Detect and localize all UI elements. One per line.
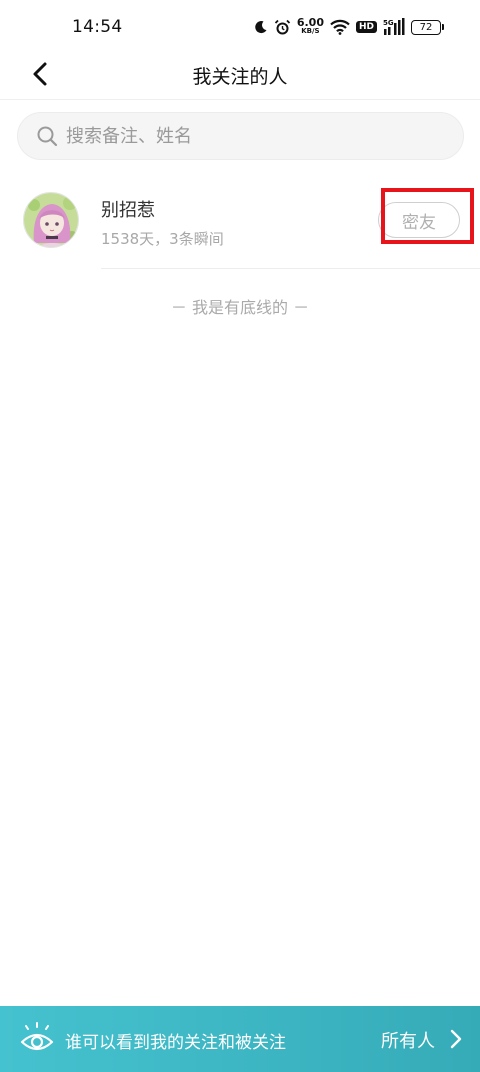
status-icons: 6.00 KB/S HD 5G 72 — [254, 16, 444, 38]
net-speed-unit: KB/S — [301, 27, 320, 35]
battery-icon: 72 — [411, 19, 444, 35]
avatar[interactable] — [23, 192, 79, 248]
alarm-icon — [274, 19, 291, 36]
status-bar: 14:54 6.00 KB/S HD 5G 72 — [0, 0, 480, 54]
page-title: 我关注的人 — [192, 66, 288, 88]
eye-icon — [20, 1022, 54, 1051]
privacy-setting-bar[interactable]: 谁可以看到我的关注和被关注 所有人 — [0, 1006, 480, 1072]
battery-level: 72 — [411, 19, 441, 35]
nav-bar: 我关注的人 — [0, 50, 480, 100]
privacy-label: 谁可以看到我的关注和被关注 — [65, 1033, 286, 1053]
moon-icon — [254, 20, 268, 34]
wifi-icon — [330, 19, 350, 35]
highlight-box — [381, 188, 474, 244]
contact-subtitle: 1538天，3条瞬间 — [101, 230, 224, 248]
contact-name: 别招惹 — [101, 200, 155, 221]
end-of-list-text: － 我是有底线的 － — [170, 298, 310, 317]
chevron-right-icon — [450, 1029, 462, 1049]
status-time: 14:54 — [72, 17, 123, 37]
divider — [101, 268, 480, 269]
net-speed-value: 6.00 — [296, 16, 324, 29]
net-speed: 6.00 KB/S — [296, 16, 324, 36]
svg-text:5G: 5G — [383, 19, 394, 27]
privacy-value[interactable]: 所有人 — [381, 1027, 435, 1053]
search-input[interactable] — [66, 125, 426, 147]
search-icon — [36, 125, 58, 147]
signal-icon: 5G — [383, 18, 405, 36]
search-bar[interactable] — [17, 112, 464, 160]
hd-badge: HD — [355, 21, 377, 33]
